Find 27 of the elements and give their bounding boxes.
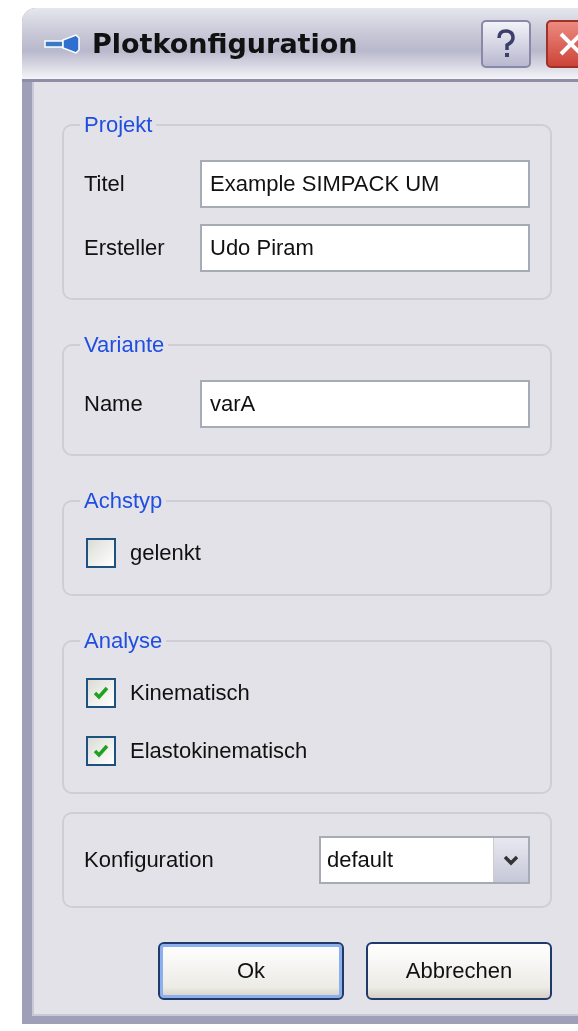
field-label: Ersteller — [84, 235, 166, 261]
dialog-button[interactable]: Ok — [158, 942, 344, 1000]
group-title: Achstyp — [83, 488, 164, 514]
checkbox-label: Kinematisch — [130, 680, 250, 706]
checkbox-label: gelenkt — [130, 540, 201, 566]
group-title: Projekt — [83, 112, 154, 138]
dropdown[interactable]: default — [319, 836, 530, 884]
window-title: Plotkonfiguration — [92, 28, 359, 59]
checkbox[interactable] — [86, 538, 116, 568]
dialog-button[interactable]: Abbrechen — [366, 942, 552, 1000]
help-button[interactable] — [481, 19, 531, 68]
chevron-down-icon — [493, 838, 528, 882]
checkbox[interactable] — [86, 678, 116, 708]
checkbox[interactable] — [86, 736, 116, 766]
text-field[interactable]: Example SIMPACK UM — [200, 160, 530, 208]
check-icon — [93, 744, 109, 758]
plug-icon — [44, 33, 82, 54]
text-field[interactable]: Udo Piram — [200, 224, 530, 272]
field-label: Titel — [84, 171, 126, 197]
checkbox-label: Elastokinematisch — [130, 738, 308, 764]
group-title: Variante — [83, 332, 166, 358]
field-label: Name — [84, 391, 144, 417]
text-field[interactable]: varA — [200, 380, 530, 428]
group-title: Analyse — [83, 628, 164, 654]
question-mark-icon — [495, 28, 517, 59]
check-icon — [93, 686, 109, 700]
field-label: Konfiguration — [84, 847, 214, 873]
